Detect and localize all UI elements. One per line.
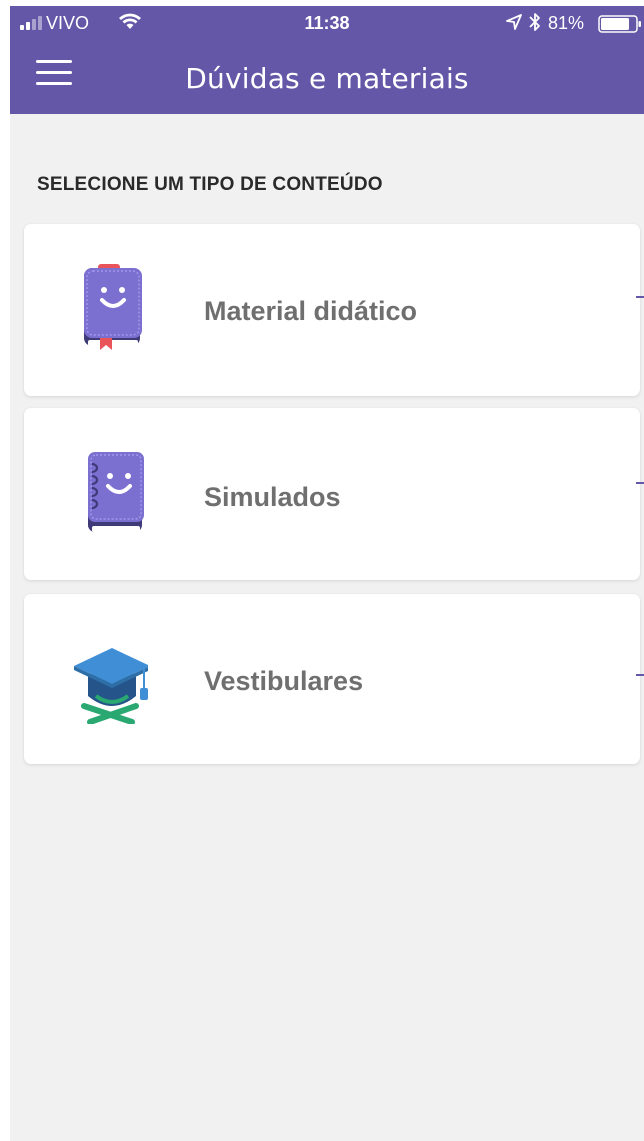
book-icon [84, 264, 142, 350]
bluetooth-icon [529, 13, 540, 31]
graduation-cap-icon [74, 648, 148, 724]
battery-icon [598, 15, 641, 33]
notebook-icon [88, 452, 144, 532]
battery-percentage: 81% [548, 13, 585, 33]
card-label: Vestibulares [204, 666, 364, 696]
status-bar: VIVO 11:38 81% [10, 6, 644, 40]
page-title: Dúvidas e materiais [185, 62, 469, 95]
card-simulados[interactable]: Simulados [24, 408, 644, 580]
card-edge-marker [636, 674, 644, 676]
app-header: VIVO 11:38 81% Dúvidas e materiais [10, 6, 644, 114]
section-heading: SELECIONE UM TIPO DE CONTEÚDO [37, 174, 383, 195]
card-label: Material didático [204, 296, 418, 326]
card-edge-marker [636, 482, 644, 484]
nav-bar: Dúvidas e materiais [10, 40, 644, 114]
card-edge-marker [636, 296, 644, 298]
card-material-didatico[interactable]: Material didático [24, 224, 644, 396]
app-screen: VIVO 11:38 81% Dúvidas e materiais SELEC… [10, 6, 644, 1141]
location-icon [506, 14, 522, 30]
card-label: Simulados [204, 482, 341, 512]
card-vestibulares[interactable]: Vestibulares [24, 594, 644, 764]
